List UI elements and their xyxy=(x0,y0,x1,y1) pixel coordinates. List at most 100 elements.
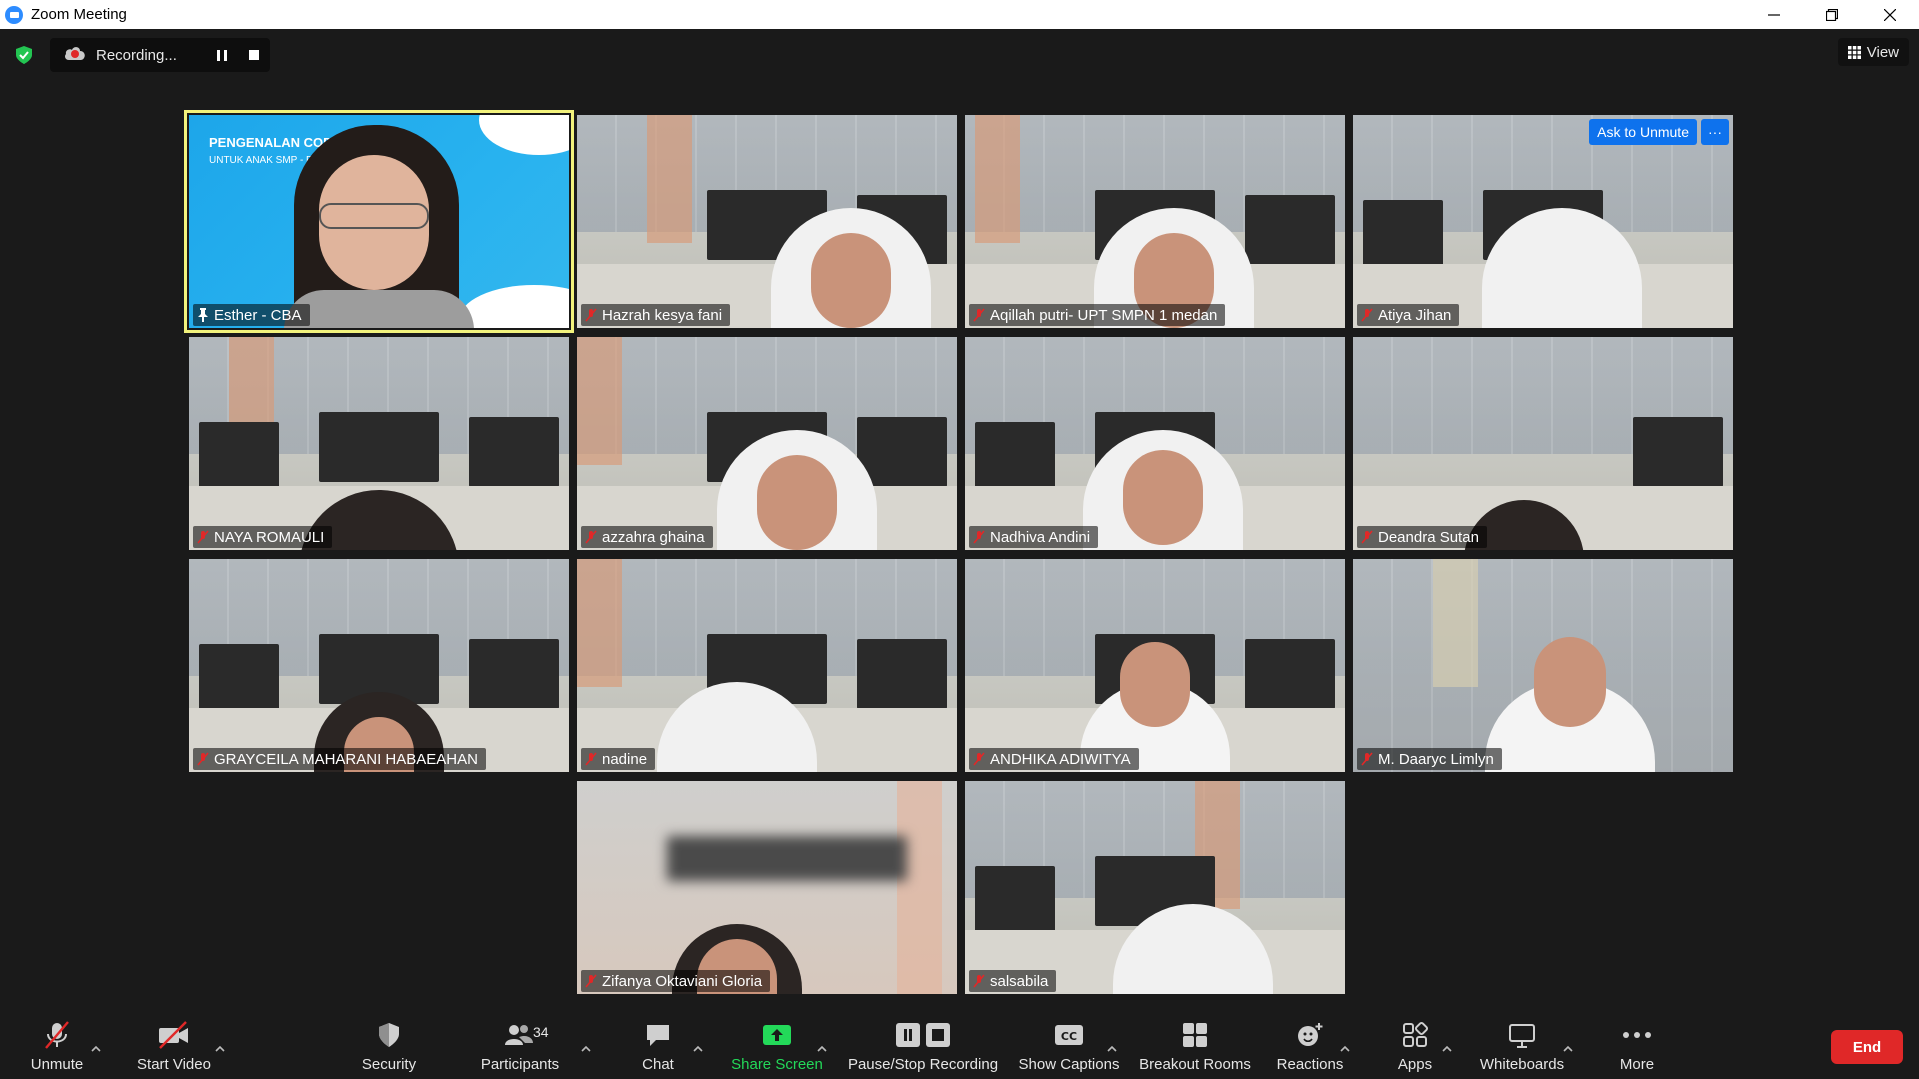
minimize-icon xyxy=(1768,13,1780,16)
participant-name-tag: NAYA ROMAULI xyxy=(193,526,333,548)
background-curtain xyxy=(647,115,692,243)
participant-name-tag: Aqillah putri- UPT SMPN 1 medan xyxy=(969,304,1226,326)
zoom-app-icon xyxy=(5,5,23,24)
pause-stop-recording-button[interactable]: Pause/Stop Recording xyxy=(846,1020,1000,1076)
participant-name-tag: salsabila xyxy=(969,970,1057,992)
participant-name-tag: GRAYCEILA MAHARANI HABAEAHAN xyxy=(193,748,486,770)
participant-name-tag: Zifanya Oktaviani Gloria xyxy=(581,970,771,992)
apps-button[interactable]: Apps xyxy=(1396,1020,1434,1076)
muted-mic-icon xyxy=(197,752,209,766)
video-tile-salsabila[interactable]: salsabila xyxy=(965,781,1345,994)
participants-button[interactable]: 34 Participants xyxy=(478,1020,562,1076)
background-monitor xyxy=(857,639,947,709)
participant-name-tag: Atiya Jihan xyxy=(1357,304,1460,326)
chevron-up-icon xyxy=(215,1045,225,1052)
presenter-glasses xyxy=(319,203,429,229)
share-options-caret[interactable] xyxy=(816,1042,828,1054)
muted-mic-icon xyxy=(973,308,985,322)
background-monitor xyxy=(469,639,559,709)
whiteboards-options-caret[interactable] xyxy=(1562,1042,1574,1054)
minimize-button[interactable] xyxy=(1745,0,1803,29)
muted-mic-icon xyxy=(197,530,209,544)
muted-mic-icon xyxy=(973,530,985,544)
more-dots-icon xyxy=(1622,1020,1652,1050)
whiteboards-button[interactable]: Whiteboards xyxy=(1478,1020,1566,1076)
start-video-button[interactable]: Start Video xyxy=(132,1020,216,1076)
chevron-up-icon xyxy=(1107,1045,1117,1052)
reactions-button[interactable]: Reactions xyxy=(1274,1020,1346,1076)
video-tile-esther[interactable]: PENGENALAN COD UNTUK ANAK SMP - P Esther… xyxy=(184,110,574,333)
muted-mic-icon xyxy=(585,974,597,988)
share-screen-button[interactable]: Share Screen xyxy=(730,1020,824,1076)
cloud-recording-icon xyxy=(64,45,86,66)
background-monitor xyxy=(199,422,279,492)
video-tile-hazrah[interactable]: Hazrah kesya fani xyxy=(577,115,957,328)
chevron-up-icon xyxy=(817,1045,827,1052)
muted-mic-icon xyxy=(973,752,985,766)
captions-options-caret[interactable] xyxy=(1106,1042,1118,1054)
close-button[interactable] xyxy=(1861,0,1919,29)
pause-icon xyxy=(216,49,227,61)
muted-mic-icon xyxy=(1361,530,1373,544)
pin-icon xyxy=(198,308,208,322)
window-controls xyxy=(1745,0,1919,29)
stop-recording-button[interactable] xyxy=(238,38,270,72)
show-captions-button[interactable]: CC Show Captions xyxy=(1018,1020,1120,1076)
chat-button[interactable]: Chat xyxy=(636,1020,680,1076)
muted-mic-icon xyxy=(1361,752,1373,766)
more-button[interactable]: More xyxy=(1618,1020,1656,1076)
ask-to-unmute-button[interactable]: Ask to Unmute xyxy=(1589,119,1697,145)
close-icon xyxy=(1884,8,1896,21)
tile-more-options-button[interactable]: ··· xyxy=(1701,119,1729,145)
apps-icon xyxy=(1401,1020,1429,1050)
restore-icon xyxy=(1826,8,1838,21)
audio-options-caret[interactable] xyxy=(90,1042,102,1054)
video-tile-daaryc[interactable]: M. Daaryc Limlyn xyxy=(1353,559,1733,772)
grid-view-icon xyxy=(1847,45,1861,59)
participant-face xyxy=(1122,450,1203,545)
background-curtain xyxy=(897,781,942,994)
restore-button[interactable] xyxy=(1803,0,1861,29)
participant-name-tag: azzahra ghaina xyxy=(581,526,713,548)
share-screen-icon xyxy=(762,1020,792,1050)
presenter-body xyxy=(284,290,474,328)
participant-face xyxy=(1120,642,1190,727)
view-button[interactable]: View xyxy=(1837,38,1909,66)
video-tile-andhika[interactable]: ANDHIKA ADIWITYA xyxy=(965,559,1345,772)
end-meeting-button[interactable]: End xyxy=(1831,1030,1903,1064)
participants-options-caret[interactable] xyxy=(580,1042,592,1054)
participants-icon: 34 xyxy=(503,1020,549,1050)
video-tile-naya[interactable]: NAYA ROMAULI xyxy=(189,337,569,550)
breakout-rooms-button[interactable]: Breakout Rooms xyxy=(1136,1020,1254,1076)
background-monitor xyxy=(1245,195,1335,265)
unmute-button[interactable]: Unmute xyxy=(24,1020,90,1076)
pause-recording-button[interactable] xyxy=(205,38,237,72)
chat-options-caret[interactable] xyxy=(692,1042,704,1054)
video-options-caret[interactable] xyxy=(214,1042,226,1054)
participant-name-tag: nadine xyxy=(581,748,656,770)
encryption-shield-icon[interactable] xyxy=(16,46,32,69)
video-tile-azzahra[interactable]: azzahra ghaina xyxy=(577,337,957,550)
video-tile-nadhiva[interactable]: Nadhiva Andini xyxy=(965,337,1345,550)
participant-name-tag: Hazrah kesya fani xyxy=(581,304,731,326)
video-tile-grayceila[interactable]: GRAYCEILA MAHARANI HABAEAHAN xyxy=(189,559,569,772)
muted-mic-icon xyxy=(585,530,597,544)
background-monitor xyxy=(319,412,439,482)
svg-text:CC: CC xyxy=(1061,1030,1077,1043)
video-tile-atiya[interactable]: Ask to Unmute ··· Atiya Jihan xyxy=(1353,115,1733,328)
background-monitor xyxy=(199,644,279,714)
pause-stop-icon xyxy=(894,1020,952,1050)
apps-options-caret[interactable] xyxy=(1441,1042,1453,1054)
view-label: View xyxy=(1866,43,1899,61)
video-tile-aqillah[interactable]: Aqillah putri- UPT SMPN 1 medan xyxy=(965,115,1345,328)
video-tile-nadine[interactable]: nadine xyxy=(577,559,957,772)
reactions-options-caret[interactable] xyxy=(1339,1042,1351,1054)
security-shield-icon xyxy=(376,1020,402,1050)
video-tile-deandra[interactable]: Deandra Sutan xyxy=(1353,337,1733,550)
video-off-icon xyxy=(157,1020,191,1050)
video-tile-zifanya[interactable]: Zifanya Oktaviani Gloria xyxy=(577,781,957,994)
security-button[interactable]: Security xyxy=(356,1020,422,1076)
background-monitor xyxy=(975,866,1055,936)
background-curtain xyxy=(975,115,1020,243)
chevron-up-icon xyxy=(1563,1045,1573,1052)
